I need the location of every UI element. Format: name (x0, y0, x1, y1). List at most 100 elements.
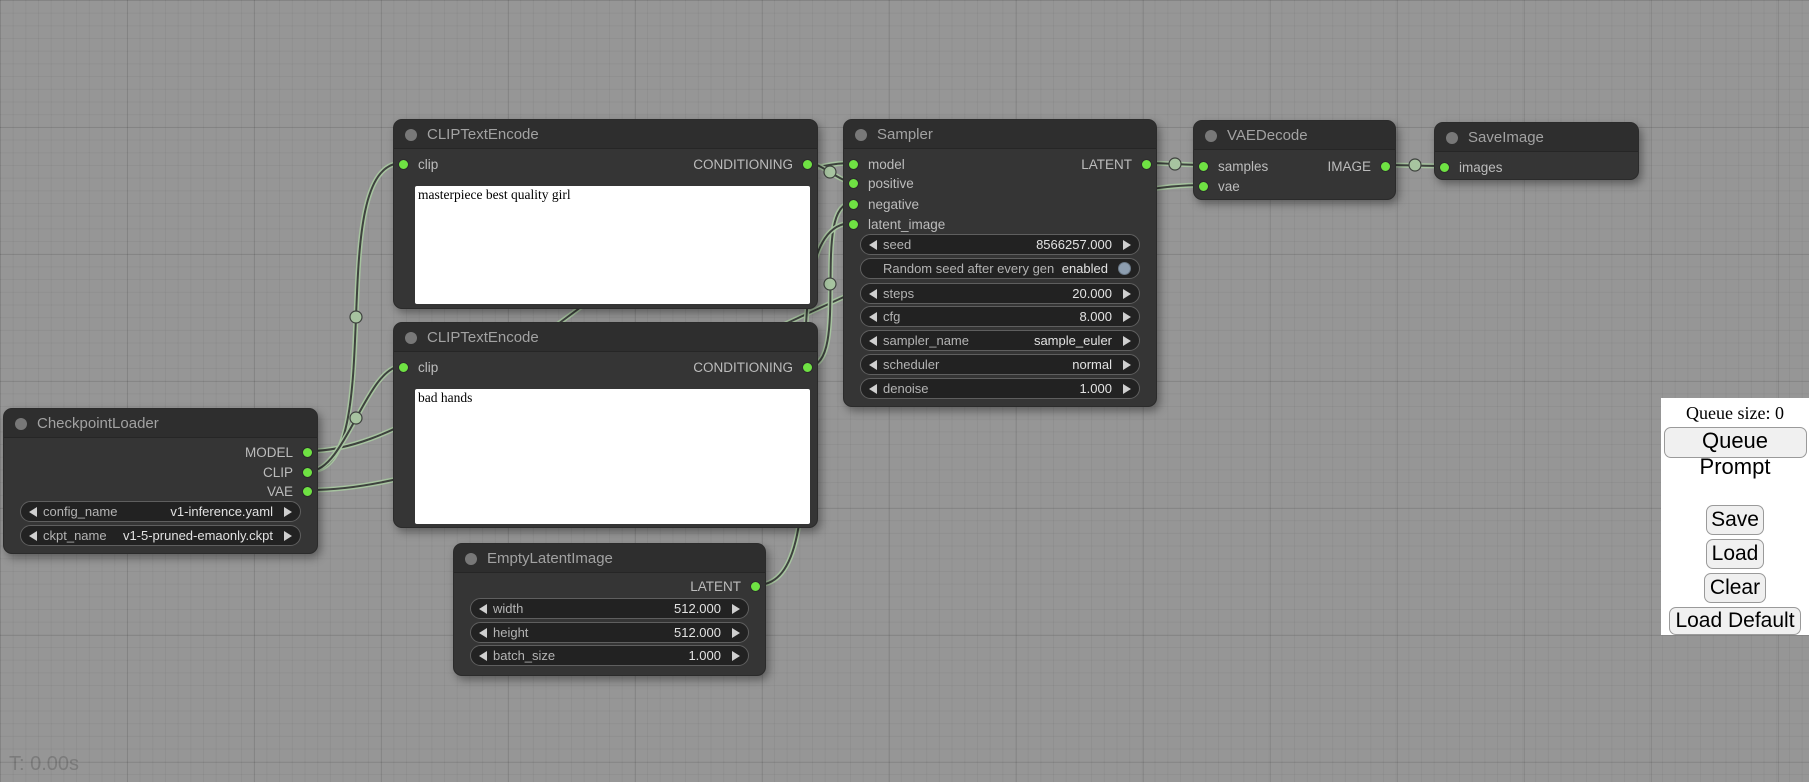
output-port-vae[interactable] (302, 486, 313, 497)
collapse-dot-icon[interactable] (1446, 132, 1458, 144)
output-label: LATENT (690, 579, 741, 594)
output-label: VAE (267, 484, 293, 499)
node-title-bar[interactable]: Sampler (844, 120, 1156, 149)
node-title-bar[interactable]: CLIPTextEncode (394, 120, 817, 149)
collapse-dot-icon[interactable] (855, 129, 867, 141)
widget-config-name[interactable]: config_name v1-inference.yaml (20, 501, 301, 522)
output-port-model[interactable] (302, 447, 313, 458)
increment-arrow-icon[interactable] (1123, 312, 1131, 322)
output-row-clip: CLIP (4, 462, 317, 482)
node-title-bar[interactable]: CheckpointLoader (4, 409, 317, 438)
collapse-dot-icon[interactable] (465, 553, 477, 565)
decrement-arrow-icon[interactable] (869, 312, 877, 322)
output-label: CLIP (263, 465, 293, 480)
decrement-arrow-icon[interactable] (869, 289, 877, 299)
node-clip-text-encode-positive[interactable]: CLIPTextEncode clip CONDITIONING masterp… (393, 119, 818, 309)
increment-arrow-icon[interactable] (1123, 384, 1131, 394)
save-button[interactable]: Save (1706, 505, 1764, 535)
queue-prompt-button[interactable]: Queue Prompt (1664, 427, 1807, 458)
output-port-image[interactable] (1380, 161, 1391, 172)
decrement-arrow-icon[interactable] (479, 604, 487, 614)
node-clip-text-encode-negative[interactable]: CLIPTextEncode clip CONDITIONING bad han… (393, 322, 818, 528)
increment-arrow-icon[interactable] (1123, 289, 1131, 299)
node-sampler[interactable]: Sampler model LATENT positive negative l… (843, 119, 1157, 407)
link-midpoint-dot (1409, 159, 1421, 171)
node-checkpoint-loader[interactable]: CheckpointLoader MODEL CLIP VAE config_n… (3, 408, 318, 554)
output-port-latent[interactable] (1141, 159, 1152, 170)
collapse-dot-icon[interactable] (405, 332, 417, 344)
node-title: Sampler (877, 126, 933, 143)
widget-value: 20.000 (1072, 286, 1117, 301)
output-label: CONDITIONING (693, 360, 793, 375)
increment-arrow-icon[interactable] (732, 604, 740, 614)
decrement-arrow-icon[interactable] (869, 240, 877, 250)
input-port-latent-image[interactable] (848, 219, 859, 230)
increment-arrow-icon[interactable] (1123, 240, 1131, 250)
node-graph-canvas[interactable]: { "window": { "status_text": "T: 0.00s" … (0, 0, 1809, 782)
widget-sampler-name[interactable]: sampler_name sample_euler (860, 330, 1140, 351)
widget-label: batch_size (493, 648, 555, 663)
decrement-arrow-icon[interactable] (29, 507, 37, 517)
widget-value: v1-5-pruned-emaonly.ckpt (123, 528, 278, 543)
input-port-images[interactable] (1439, 162, 1450, 173)
input-port-negative[interactable] (848, 199, 859, 210)
increment-arrow-icon[interactable] (732, 651, 740, 661)
decrement-arrow-icon[interactable] (869, 360, 877, 370)
collapse-dot-icon[interactable] (405, 129, 417, 141)
queue-size-label: Queue size: 0 (1661, 398, 1809, 424)
input-port-vae[interactable] (1198, 181, 1209, 192)
output-port-latent[interactable] (750, 581, 761, 592)
node-save-image[interactable]: SaveImage images (1434, 122, 1639, 180)
load-default-button[interactable]: Load Default (1669, 607, 1801, 635)
widget-cfg[interactable]: cfg 8.000 (860, 306, 1140, 327)
widget-value: v1-inference.yaml (170, 504, 278, 519)
decrement-arrow-icon[interactable] (29, 531, 37, 541)
node-title-bar[interactable]: SaveImage (1435, 123, 1638, 152)
widget-label: config_name (43, 504, 117, 519)
widget-value: enabled (1062, 261, 1113, 276)
decrement-arrow-icon[interactable] (479, 628, 487, 638)
widget-scheduler[interactable]: scheduler normal (860, 354, 1140, 375)
increment-arrow-icon[interactable] (284, 507, 292, 517)
link-midpoint-dot (824, 278, 836, 290)
decrement-arrow-icon[interactable] (869, 336, 877, 346)
node-title: SaveImage (1468, 129, 1544, 146)
node-title-bar[interactable]: EmptyLatentImage (454, 544, 765, 573)
widget-steps[interactable]: steps 20.000 (860, 283, 1140, 304)
widget-label: Random seed after every gen (883, 261, 1054, 276)
decrement-arrow-icon[interactable] (869, 384, 877, 394)
node-vae-decode[interactable]: VAEDecode samples IMAGE vae (1193, 120, 1396, 200)
increment-arrow-icon[interactable] (1123, 360, 1131, 370)
link-midpoint-dot (350, 412, 362, 424)
widget-ckpt-name[interactable]: ckpt_name v1-5-pruned-emaonly.ckpt (20, 525, 301, 546)
toggle-dot-icon[interactable] (1118, 262, 1131, 275)
prompt-textarea[interactable]: bad hands (415, 389, 810, 524)
widget-seed[interactable]: seed 8566257.000 (860, 234, 1140, 255)
load-button[interactable]: Load (1706, 539, 1764, 569)
widget-height[interactable]: height 512.000 (470, 622, 749, 643)
decrement-arrow-icon[interactable] (479, 651, 487, 661)
widget-width[interactable]: width 512.000 (470, 598, 749, 619)
output-port-clip[interactable] (302, 467, 313, 478)
node-empty-latent-image[interactable]: EmptyLatentImage LATENT width 512.000 he… (453, 543, 766, 676)
widget-random-seed-toggle[interactable]: Random seed after every gen enabled (860, 258, 1140, 279)
output-row-model: MODEL (4, 442, 317, 462)
collapse-dot-icon[interactable] (1205, 130, 1217, 142)
increment-arrow-icon[interactable] (732, 628, 740, 638)
output-port-conditioning[interactable] (802, 362, 813, 373)
clear-button[interactable]: Clear (1704, 573, 1766, 603)
increment-arrow-icon[interactable] (1123, 336, 1131, 346)
input-port-positive[interactable] (848, 178, 859, 189)
output-row-conditioning: CONDITIONING (394, 357, 817, 377)
output-port-conditioning[interactable] (802, 159, 813, 170)
widget-batch-size[interactable]: batch_size 1.000 (470, 645, 749, 666)
widget-denoise[interactable]: denoise 1.000 (860, 378, 1140, 399)
widget-label: width (493, 601, 523, 616)
prompt-textarea[interactable]: masterpiece best quality girl (415, 186, 810, 304)
widget-label: steps (883, 286, 914, 301)
increment-arrow-icon[interactable] (284, 531, 292, 541)
output-label: IMAGE (1327, 159, 1371, 174)
node-title-bar[interactable]: CLIPTextEncode (394, 323, 817, 352)
collapse-dot-icon[interactable] (15, 418, 27, 430)
node-title-bar[interactable]: VAEDecode (1194, 121, 1395, 150)
